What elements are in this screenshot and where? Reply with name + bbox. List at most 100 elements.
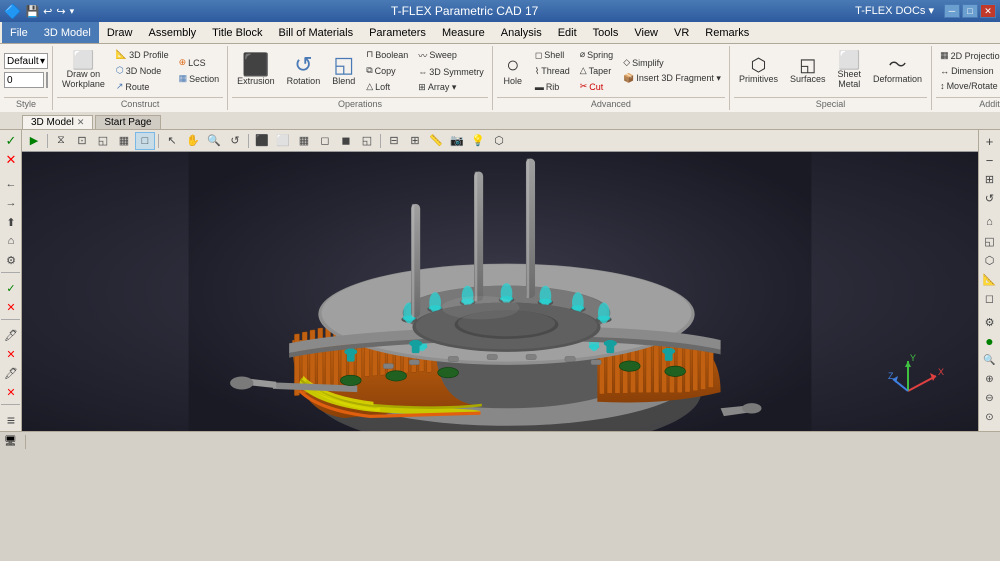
vp-btn-shade1[interactable]: ⬛ — [252, 132, 272, 150]
vp-btn-rotate[interactable]: ↺ — [225, 132, 245, 150]
vp-btn-select-rect[interactable]: □ — [135, 132, 155, 150]
menu-tools[interactable]: Tools — [585, 22, 627, 43]
rp-btn-home[interactable]: ⌂ — [980, 213, 1000, 231]
btn-3d-profile[interactable]: 📐 3D Profile — [112, 47, 173, 62]
lp-btn-striped[interactable]: ≡ — [1, 411, 21, 429]
menu-3dmodel[interactable]: 3D Model — [36, 22, 99, 43]
btn-thread[interactable]: ⌇Thread — [531, 64, 574, 79]
quick-access-save[interactable]: 💾 — [25, 5, 39, 18]
btn-hole[interactable]: ○ Hole — [497, 51, 529, 90]
quick-access-undo[interactable]: ↩ — [43, 5, 52, 18]
btn-cut[interactable]: ✂Cut — [576, 79, 617, 94]
vp-btn-clip[interactable]: ⊟ — [384, 132, 404, 150]
btn-2d-projection[interactable]: ▦2D Projection — [936, 48, 1000, 63]
vp-btn-measure[interactable]: 📏 — [426, 132, 446, 150]
lp-btn-home[interactable]: ⌂ — [1, 232, 21, 250]
style-dropdown-num[interactable]: 0 — [4, 72, 44, 88]
menu-view[interactable]: View — [626, 22, 666, 43]
rp-btn-measure[interactable]: 📐 — [980, 270, 1000, 288]
menu-assembly[interactable]: Assembly — [140, 22, 204, 43]
vp-btn-shade4[interactable]: ◻ — [315, 132, 335, 150]
btn-extrusion[interactable]: ⬛ Extrusion — [232, 51, 280, 90]
menu-titleblock[interactable]: Title Block — [204, 22, 270, 43]
vp-btn-camera[interactable]: 📷 — [447, 132, 467, 150]
lp-btn-del2[interactable]: ✕ — [1, 383, 21, 401]
tab-startpage[interactable]: Start Page — [95, 115, 160, 129]
vp-btn-shade2[interactable]: ⬜ — [273, 132, 293, 150]
maximize-button[interactable]: □ — [962, 4, 978, 18]
rp-btn-rotate[interactable]: ↺ — [980, 189, 1000, 207]
btn-dimension[interactable]: ↔Dimension — [936, 64, 1000, 78]
close-button[interactable]: ✕ — [980, 4, 996, 18]
btn-deformation[interactable]: 〜 Deformation — [868, 53, 927, 88]
rp-btn-zoom-window[interactable]: 🔍 — [980, 351, 1000, 369]
vp-btn-filter[interactable]: ⧖ — [51, 132, 71, 150]
vp-btn-run[interactable]: ▶ — [24, 132, 44, 150]
btn-3d-symmetry[interactable]: ⇔3D Symmetry — [414, 65, 488, 79]
btn-primitives[interactable]: ⬡ Primitives — [734, 53, 783, 88]
btn-spring[interactable]: ⌀Spring — [576, 47, 617, 62]
btn-surfaces[interactable]: ◱ Surfaces — [785, 53, 831, 88]
vp-btn-zoom-rect[interactable]: 🔍 — [204, 132, 224, 150]
menu-parameters[interactable]: Parameters — [361, 22, 434, 43]
rp-btn-zoom-in[interactable]: + — [980, 132, 1000, 150]
menu-bom[interactable]: Bill of Materials — [271, 22, 362, 43]
btn-move-rotate[interactable]: ↕Move/Rotate — [936, 79, 1000, 93]
btn-lcs[interactable]: ⊕ LCS — [175, 55, 224, 70]
docs-link[interactable]: T-FLEX DOCs ▾ — [855, 4, 934, 18]
rp-btn-next-view[interactable]: ⊙ — [980, 408, 1000, 426]
vp-btn-shade6[interactable]: ◱ — [357, 132, 377, 150]
btn-copy[interactable]: ⧉Copy — [362, 63, 412, 78]
style-dropdown-name[interactable]: Default ▾ — [4, 53, 48, 69]
btn-sweep[interactable]: 〰Sweep — [414, 47, 488, 64]
menu-measure[interactable]: Measure — [434, 22, 493, 43]
rp-btn-zoom-all[interactable]: ⊕ — [980, 370, 1000, 388]
menu-analysis[interactable]: Analysis — [493, 22, 550, 43]
menu-draw[interactable]: Draw — [99, 22, 141, 43]
lp-btn-back[interactable]: ← — [1, 175, 21, 193]
btn-draw-on-workplane[interactable]: ⬜ Draw onWorkplane — [57, 48, 110, 93]
rp-btn-zoom-out[interactable]: − — [980, 151, 1000, 169]
rp-btn-prev-view[interactable]: ⊖ — [980, 389, 1000, 407]
btn-taper[interactable]: △Taper — [576, 63, 617, 78]
lp-btn-red-x[interactable]: ✕ — [1, 298, 21, 316]
lp-btn-forward[interactable]: → — [1, 194, 21, 212]
btn-simplify[interactable]: ◇Simplify — [619, 55, 725, 70]
btn-blend[interactable]: ◱ Blend — [327, 51, 360, 90]
rp-btn-surface[interactable]: ◱ — [980, 232, 1000, 250]
btn-sheet-metal[interactable]: ⬜ SheetMetal — [833, 48, 867, 93]
vp-btn-shade3[interactable]: ▦ — [294, 132, 314, 150]
lp-btn-del[interactable]: ✕ — [1, 345, 21, 363]
rp-btn-wire[interactable]: ⬡ — [980, 251, 1000, 269]
btn-array[interactable]: ⊞Array ▾ — [414, 80, 488, 95]
lp-btn-edit2[interactable]: 🖊 — [1, 364, 21, 382]
lp-btn-confirm[interactable]: ✓ — [1, 132, 21, 150]
3d-viewport[interactable]: X Y Z — [22, 152, 978, 431]
menu-remarks[interactable]: Remarks — [697, 22, 757, 43]
menu-vr[interactable]: VR — [666, 22, 697, 43]
style-color-preview[interactable] — [46, 72, 48, 88]
vp-btn-pan[interactable]: ✋ — [183, 132, 203, 150]
btn-3d-node[interactable]: ⬡ 3D Node — [112, 63, 173, 78]
menu-file[interactable]: File — [2, 22, 36, 43]
lp-btn-green-check[interactable]: ✓ — [1, 279, 21, 297]
rp-btn-clip[interactable]: ◻ — [980, 289, 1000, 307]
vp-btn-light[interactable]: 💡 — [468, 132, 488, 150]
tab-3dmodel-close[interactable]: ✕ — [77, 117, 85, 128]
btn-section[interactable]: ▦ Section — [175, 71, 224, 86]
btn-loft[interactable]: △Loft — [362, 79, 412, 94]
tab-3dmodel[interactable]: 3D Model ✕ — [22, 115, 93, 129]
rp-btn-settings[interactable]: ⚙ — [980, 313, 1000, 331]
btn-shell[interactable]: ◻Shell — [531, 48, 574, 63]
lp-btn-up[interactable]: ⬆ — [1, 213, 21, 231]
vp-btn-section[interactable]: ⊞ — [405, 132, 425, 150]
rp-btn-fit[interactable]: ⊞ — [980, 170, 1000, 188]
menu-edit[interactable]: Edit — [550, 22, 585, 43]
btn-rotation[interactable]: ↺ Rotation — [282, 51, 326, 90]
btn-route[interactable]: ↗ Route — [112, 79, 173, 94]
btn-rib[interactable]: ▬Rib — [531, 80, 574, 94]
btn-insert-3d-fragment[interactable]: 📦Insert 3D Fragment ▾ — [619, 71, 725, 86]
lp-btn-cancel[interactable]: ✕ — [1, 151, 21, 169]
lp-btn-settings[interactable]: ⚙ — [1, 251, 21, 269]
vp-btn-view1[interactable]: ◱ — [93, 132, 113, 150]
